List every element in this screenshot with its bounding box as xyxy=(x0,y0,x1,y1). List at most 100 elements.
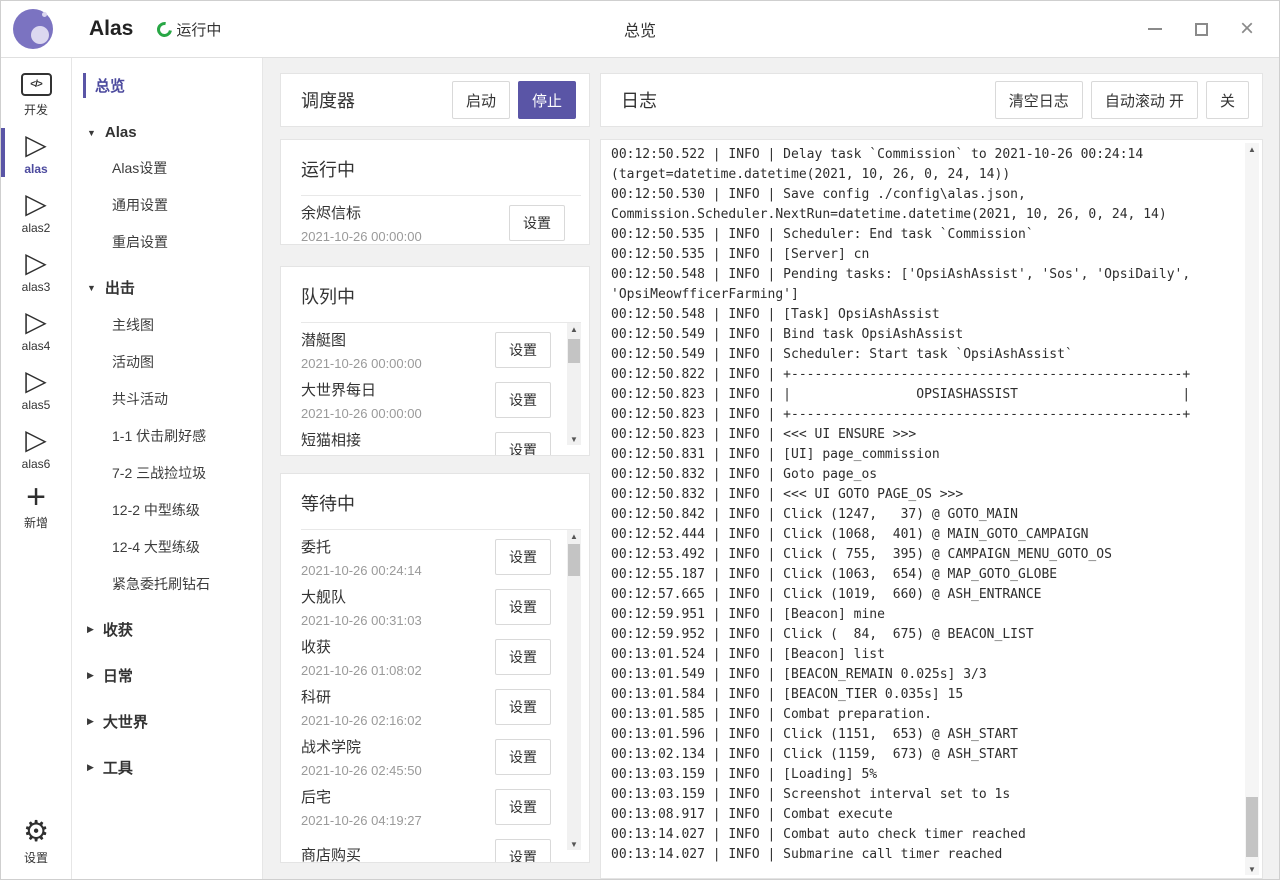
play-icon xyxy=(25,366,47,396)
log-line: 00:13:01.585 | INFO | Combat preparation… xyxy=(611,705,1232,725)
task-name: 大世界每日 xyxy=(301,379,422,400)
rail-profile-item[interactable]: alas6 xyxy=(1,418,71,477)
scrollbar-thumb[interactable] xyxy=(1246,797,1258,857)
nav-item[interactable]: 12-4 大型练级 xyxy=(112,537,262,557)
nav-item[interactable]: 出击 xyxy=(87,277,262,298)
play-icon xyxy=(25,307,47,337)
log-line: 00:13:01.524 | INFO | [Beacon] list xyxy=(611,645,1232,665)
maximize-button[interactable] xyxy=(1193,21,1209,37)
log-line: 00:13:01.549 | INFO | [BEACON_REMAIN 0.0… xyxy=(611,665,1232,685)
clear-log-button[interactable]: 清空日志 xyxy=(995,81,1083,119)
task-setting-button[interactable]: 设置 xyxy=(495,382,551,418)
rail-profile-label: alas4 xyxy=(22,339,51,353)
scroll-down-icon[interactable]: ▼ xyxy=(1245,863,1259,875)
scheduler-header: 调度器 启动 停止 xyxy=(280,73,590,127)
scrollbar-thumb[interactable] xyxy=(568,544,580,576)
close-button[interactable] xyxy=(1239,21,1255,37)
log-line: 00:13:08.917 | INFO | Combat execute xyxy=(611,805,1232,825)
task-next-run-time: 2021-10-26 04:19:27 xyxy=(301,813,422,828)
autoscroll-toggle-button[interactable]: 自动滚动 开 xyxy=(1091,81,1198,119)
task-setting-button[interactable]: 设置 xyxy=(495,789,551,825)
task-setting-button[interactable]: 设置 xyxy=(495,539,551,575)
task-name: 科研 xyxy=(301,686,422,707)
task-row: 短猫相接 2021-10-26 00:00:00 设置 xyxy=(301,425,589,456)
waiting-task-list: 委托 2021-10-26 00:24:14 设置 大舰队 2021-10-26… xyxy=(301,530,589,863)
log-line: 00:12:55.187 | INFO | Click (1063, 654) … xyxy=(611,565,1232,585)
log-line: 00:12:57.665 | INFO | Click (1019, 660) … xyxy=(611,585,1232,605)
task-next-run-time: 2021-10-26 00:00:00 xyxy=(301,229,422,244)
scroll-up-icon[interactable]: ▲ xyxy=(1245,143,1259,155)
task-name: 余烬信标 xyxy=(301,202,422,223)
task-setting-button[interactable]: 设置 xyxy=(495,432,551,456)
page-title: 总览 xyxy=(624,17,656,41)
rail-profile-item[interactable]: alas xyxy=(1,123,71,182)
log-scrollbar[interactable]: ▲ ▼ xyxy=(1245,143,1259,875)
rail-settings-item[interactable]: 设置 xyxy=(1,812,71,871)
nav-item[interactable]: 收获 xyxy=(87,619,262,640)
nav-item[interactable]: Alas设置 xyxy=(112,158,262,178)
log-line: 00:13:01.584 | INFO | [BEACON_TIER 0.035… xyxy=(611,685,1232,705)
rail-profile-item[interactable]: alas5 xyxy=(1,359,71,418)
rail-profile-item[interactable]: alas4 xyxy=(1,300,71,359)
scroll-down-icon[interactable]: ▼ xyxy=(567,433,581,445)
play-icon xyxy=(25,189,47,219)
rail-profile-item[interactable]: 开发 xyxy=(1,64,71,123)
scroll-up-icon[interactable]: ▲ xyxy=(567,530,581,542)
task-name: 商店购买 xyxy=(301,844,361,864)
task-next-run-time: 2021-10-26 02:16:02 xyxy=(301,713,422,728)
log-lines: 00:12:50.522 | INFO | Delay task `Commis… xyxy=(611,145,1232,865)
task-name: 战术学院 xyxy=(301,736,422,757)
task-setting-button[interactable]: 设置 xyxy=(495,839,551,863)
task-name: 潜艇图 xyxy=(301,329,422,350)
scroll-up-icon[interactable]: ▲ xyxy=(567,323,581,335)
nav-item[interactable]: 活动图 xyxy=(112,352,262,372)
play-icon xyxy=(25,248,47,278)
nav-item[interactable]: 工具 xyxy=(87,757,262,778)
log-line: 00:12:50.548 | INFO | Pending tasks: ['O… xyxy=(611,265,1232,305)
log-line: 00:12:50.549 | INFO | Scheduler: Start t… xyxy=(611,345,1232,365)
nav-item[interactable]: 主线图 xyxy=(112,315,262,335)
log-line: 00:13:01.596 | INFO | Click (1151, 653) … xyxy=(611,725,1232,745)
pending-scrollbar[interactable]: ▲ ▼ xyxy=(567,323,581,445)
scheduler-title: 调度器 xyxy=(301,87,355,113)
task-setting-button[interactable]: 设置 xyxy=(495,589,551,625)
task-name: 短猫相接 xyxy=(301,429,422,450)
nav-item[interactable]: 重启设置 xyxy=(112,232,262,252)
task-setting-button[interactable]: 设置 xyxy=(509,205,565,241)
task-row: 后宅 2021-10-26 04:19:27 设置 xyxy=(301,782,589,832)
rail-profile-label: alas5 xyxy=(22,398,51,412)
nav-item[interactable]: 日常 xyxy=(87,665,262,686)
nav-item-overview[interactable]: 总览 xyxy=(82,72,262,99)
pending-section: 队列中 潜艇图 2021-10-26 00:00:00 设置 xyxy=(280,266,590,456)
profile-rail: 开发 alas alas2 alas3 xyxy=(1,58,72,879)
log-line: 00:12:52.444 | INFO | Click (1068, 401) … xyxy=(611,525,1232,545)
task-setting-button[interactable]: 设置 xyxy=(495,739,551,775)
task-setting-button[interactable]: 设置 xyxy=(495,689,551,725)
task-setting-button[interactable]: 设置 xyxy=(495,639,551,675)
nav-item[interactable]: 共斗活动 xyxy=(112,389,262,409)
minimize-button[interactable] xyxy=(1147,21,1163,37)
pending-title: 队列中 xyxy=(301,280,589,322)
nav-item[interactable]: 紧急委托刷钻石 xyxy=(112,574,262,594)
log-line: 00:13:03.159 | INFO | [Loading] 5% xyxy=(611,765,1232,785)
scrollbar-thumb[interactable] xyxy=(568,339,580,363)
rail-profile-item[interactable]: alas3 xyxy=(1,241,71,300)
nav-item[interactable]: Alas xyxy=(87,124,262,141)
nav-item[interactable]: 通用设置 xyxy=(112,195,262,215)
scheduler-stop-button[interactable]: 停止 xyxy=(518,81,576,119)
log-line: 00:12:59.951 | INFO | [Beacon] mine xyxy=(611,605,1232,625)
task-row: 大舰队 2021-10-26 00:31:03 设置 xyxy=(301,582,589,632)
scheduler-start-button[interactable]: 启动 xyxy=(452,81,510,119)
rail-profile-item[interactable]: 新增 xyxy=(1,477,71,536)
nav-item[interactable]: 大世界 xyxy=(87,711,262,732)
log-line: 00:12:50.823 | INFO | | OPSIASHASSIST | xyxy=(611,385,1232,405)
task-setting-button[interactable]: 设置 xyxy=(495,332,551,368)
scroll-down-icon[interactable]: ▼ xyxy=(567,838,581,850)
nav-item[interactable]: 12-2 中型练级 xyxy=(112,500,262,520)
nav-item[interactable]: 7-2 三战捡垃圾 xyxy=(112,463,262,483)
rail-profile-item[interactable]: alas2 xyxy=(1,182,71,241)
nav-item[interactable]: 1-1 伏击刷好感 xyxy=(112,426,262,446)
task-next-run-time: 2021-10-26 02:45:50 xyxy=(301,763,422,778)
autoscroll-off-button[interactable]: 关 xyxy=(1206,81,1249,119)
waiting-scrollbar[interactable]: ▲ ▼ xyxy=(567,530,581,850)
